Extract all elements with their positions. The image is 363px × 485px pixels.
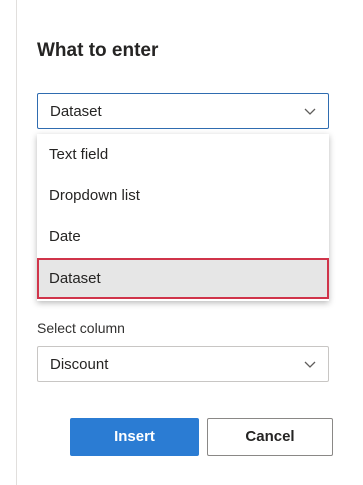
option-text-field[interactable]: Text field: [37, 134, 329, 175]
entry-type-select[interactable]: Dataset: [37, 93, 329, 129]
entry-type-dropdown: Text field Dropdown list Date Dataset: [37, 134, 329, 301]
option-dropdown-list[interactable]: Dropdown list: [37, 175, 329, 216]
column-select[interactable]: Discount: [37, 346, 329, 382]
chevron-down-icon: [304, 108, 316, 115]
entry-type-value: Dataset: [50, 103, 102, 120]
insert-button[interactable]: Insert: [70, 418, 199, 456]
chevron-down-icon: [304, 361, 316, 368]
cancel-button[interactable]: Cancel: [207, 418, 333, 456]
panel-divider: [16, 0, 17, 485]
option-date[interactable]: Date: [37, 216, 329, 257]
select-column-label: Select column: [37, 320, 125, 336]
panel-title: What to enter: [37, 40, 159, 61]
option-dataset[interactable]: Dataset: [37, 258, 329, 299]
column-value: Discount: [50, 356, 109, 373]
